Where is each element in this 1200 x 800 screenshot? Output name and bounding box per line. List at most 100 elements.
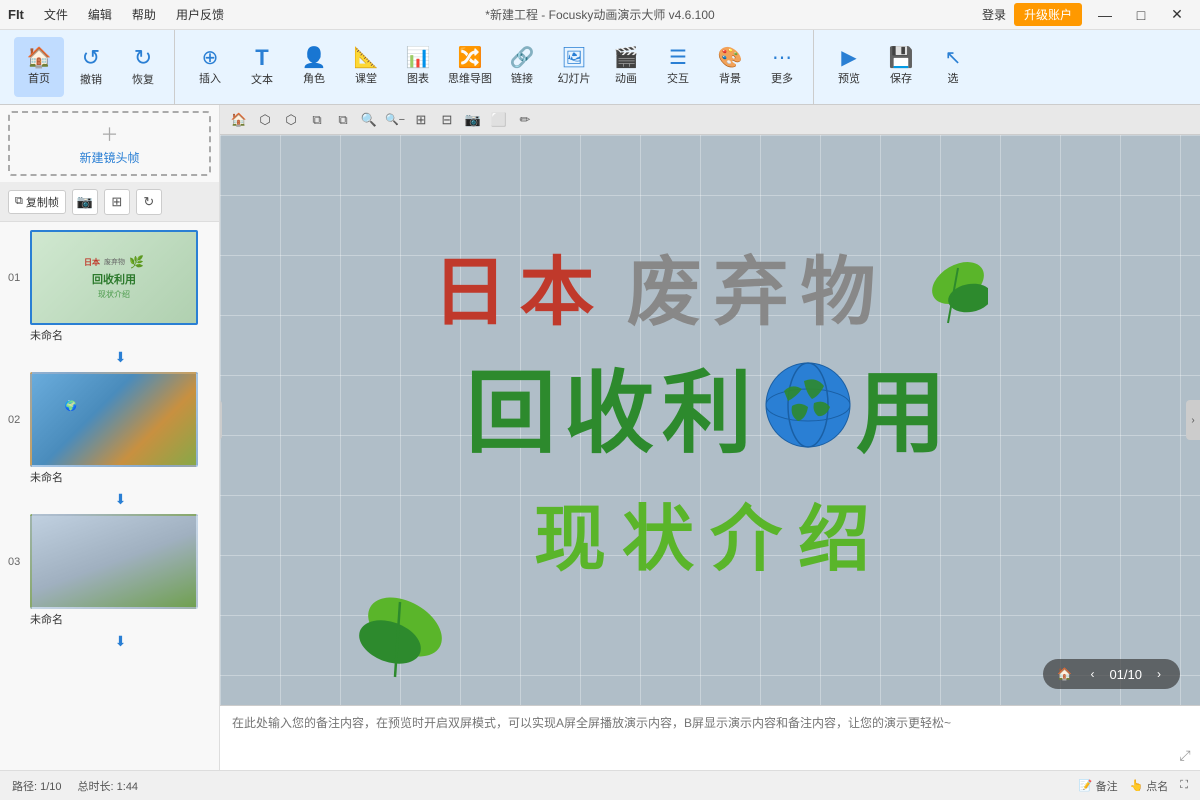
tool-home[interactable]: 🏠 首页 [14, 37, 64, 97]
tool-text[interactable]: T 文本 [237, 37, 287, 97]
tool-mindmap-label: 思维导图 [448, 70, 492, 86]
copy-frame-label: 复制帧 [26, 194, 59, 210]
slide-item-1[interactable]: 01 日本 废弃物 🌿 回收利用 现状介绍 未命名 [0, 226, 219, 347]
sidebar-collapse-button[interactable]: ‹ [220, 400, 222, 440]
tool-preview[interactable]: ▶ 预览 [824, 37, 874, 97]
tool-save[interactable]: 💾 保存 [876, 37, 926, 97]
canvas-copy2-btn[interactable]: ⧉ [332, 109, 354, 131]
frame-view-button[interactable]: ⊞ [104, 189, 130, 215]
slide-text-status: 现状介绍 [534, 500, 886, 580]
canvas-main[interactable]: ‹ 日本 废弃物 [220, 135, 1200, 705]
canvas-grid-btn[interactable]: ⊞ [410, 109, 432, 131]
canvas-pen-btn[interactable]: ✏ [514, 109, 536, 131]
menu-help[interactable]: 帮助 [128, 4, 160, 25]
maximize-button[interactable]: □ [1126, 0, 1156, 30]
canvas-home-btn[interactable]: 🏠 [228, 109, 250, 131]
notes-input[interactable] [220, 706, 1170, 770]
canvas-zoom-out-btn[interactable]: 🔍− [384, 109, 406, 131]
app-logo: FIt [8, 7, 24, 22]
notes-expand-button[interactable]: ⤢ [1170, 706, 1200, 770]
slide-arrow-2: ⬇ [22, 491, 219, 508]
slide-text-recycle: 回收利 [466, 340, 760, 470]
slide-arrow-1: ⬇ [22, 349, 219, 366]
new-frame-plus-icon: ＋ [101, 121, 119, 147]
new-frame-area[interactable]: ＋ 新建镜头帧 [8, 111, 211, 176]
slide-item-2[interactable]: 02 🌍 未命名 [0, 368, 219, 489]
status-duration: 总时长: 1:44 [78, 778, 139, 794]
point-status-btn[interactable]: 👆 点名 [1130, 778, 1169, 794]
cycle-icon: ↻ [143, 194, 154, 210]
fullscreen-status-btn[interactable]: ⛶ [1180, 779, 1188, 792]
login-button[interactable]: 登录 [982, 6, 1006, 23]
slide-name-1: 未命名 [30, 327, 63, 343]
save-icon: 💾 [889, 48, 914, 68]
interact-icon: ☰ [669, 48, 687, 68]
tool-class[interactable]: 📐 课堂 [341, 37, 391, 97]
canvas-copy-btn[interactable]: ⧉ [306, 109, 328, 131]
canvas-toolbar: 🏠 ⬡ ⬡ ⧉ ⧉ 🔍 🔍− ⊞ ⊟ 📷 ⬜ ✏ [220, 105, 1200, 135]
status-left: 路径: 1/10 总时长: 1:44 [12, 778, 138, 794]
slide-thumb-3 [30, 514, 198, 609]
slide-row-1: 01 日本 废弃物 🌿 回收利用 现状介绍 [8, 230, 211, 325]
canvas-frame2-btn[interactable]: ⬡ [280, 109, 302, 131]
tool-mindmap[interactable]: 🔀 思维导图 [445, 37, 495, 97]
tool-role[interactable]: 👤 角色 [289, 37, 339, 97]
right-expand-button[interactable]: › [1186, 400, 1200, 440]
playback-next-btn[interactable]: › [1148, 663, 1170, 685]
canvas-frame-btn[interactable]: ⬡ [254, 109, 276, 131]
class-icon: 📐 [354, 48, 379, 68]
point-btn-label: 点名 [1146, 778, 1168, 794]
slide-name-3: 未命名 [30, 611, 63, 627]
notes-status-btn[interactable]: 📝 备注 [1079, 778, 1118, 794]
tool-animate[interactable]: 🎬 动画 [601, 37, 651, 97]
playback-home-btn[interactable]: 🏠 [1053, 663, 1075, 685]
playback-prev-btn[interactable]: ‹ [1081, 663, 1103, 685]
slide-content: 日本 废弃物 回收利 [330, 175, 1090, 665]
canvas-frame-add-btn[interactable]: ⬜ [488, 109, 510, 131]
tool-insert[interactable]: ⊕ 插入 [185, 37, 235, 97]
status-path: 路径: 1/10 [12, 778, 62, 794]
tool-link-label: 链接 [511, 70, 533, 86]
tool-select[interactable]: ↖ 选 [928, 37, 978, 97]
tool-interact[interactable]: ☰ 交互 [653, 37, 703, 97]
tool-animate-label: 动画 [615, 70, 637, 86]
canvas-align-btn[interactable]: ⊟ [436, 109, 458, 131]
tool-chart-label: 图表 [407, 70, 429, 86]
title-bar: FIt 文件 编辑 帮助 用户反馈 *新建工程 - Focusky动画演示大师 … [0, 0, 1200, 30]
copy-frame-button[interactable]: ⧉ 复制帧 [8, 190, 66, 214]
status-right: 📝 备注 👆 点名 ⛶ [1079, 778, 1188, 794]
toolbar-group-preview: ▶ 预览 💾 保存 ↖ 选 [818, 30, 984, 104]
close-button[interactable]: ✕ [1162, 0, 1192, 30]
menu-file[interactable]: 文件 [40, 4, 72, 25]
minimize-button[interactable]: — [1090, 0, 1120, 30]
menu-edit[interactable]: 编辑 [84, 4, 116, 25]
role-icon: 👤 [302, 48, 327, 68]
tool-undo[interactable]: ↺ 撤销 [66, 37, 116, 97]
fullscreen-icon: ⛶ [1180, 779, 1188, 792]
canvas-zoom-in-btn[interactable]: 🔍 [358, 109, 380, 131]
tool-link[interactable]: 🔗 链接 [497, 37, 547, 97]
ppt-icon: 🖼 [561, 48, 586, 68]
tool-ppt[interactable]: 🖼 幻灯片 [549, 37, 599, 97]
upgrade-button[interactable]: 升级账户 [1014, 3, 1082, 26]
playback-nav: 🏠 ‹ 01/10 › [1043, 659, 1180, 689]
slide-thumb-2: 🌍 [30, 372, 198, 467]
menu-feedback[interactable]: 用户反馈 [172, 4, 228, 25]
tool-undo-label: 撤销 [80, 71, 102, 87]
screenshot-button[interactable]: 📷 [72, 189, 98, 215]
slide-item-3[interactable]: 03 未命名 [0, 510, 219, 631]
point-icon: 👆 [1130, 779, 1144, 792]
tool-class-label: 课堂 [355, 70, 377, 86]
tool-redo[interactable]: ↻ 恢复 [118, 37, 168, 97]
canvas-area: 🏠 ⬡ ⬡ ⧉ ⧉ 🔍 🔍− ⊞ ⊟ 📷 ⬜ ✏ ‹ 日本 废弃物 [220, 105, 1200, 770]
tool-more[interactable]: ⋯ 更多 [757, 37, 807, 97]
link-icon: 🔗 [510, 48, 535, 68]
globe-icon [764, 361, 852, 449]
tool-bg[interactable]: 🎨 背景 [705, 37, 755, 97]
tool-select-label: 选 [948, 70, 959, 86]
notes-area: ⤢ [220, 705, 1200, 770]
window-title: *新建工程 - Focusky动画演示大师 v4.6.100 [485, 6, 714, 23]
tool-chart[interactable]: 📊 图表 [393, 37, 443, 97]
cycle-button[interactable]: ↻ [136, 189, 162, 215]
canvas-camera-btn[interactable]: 📷 [462, 109, 484, 131]
